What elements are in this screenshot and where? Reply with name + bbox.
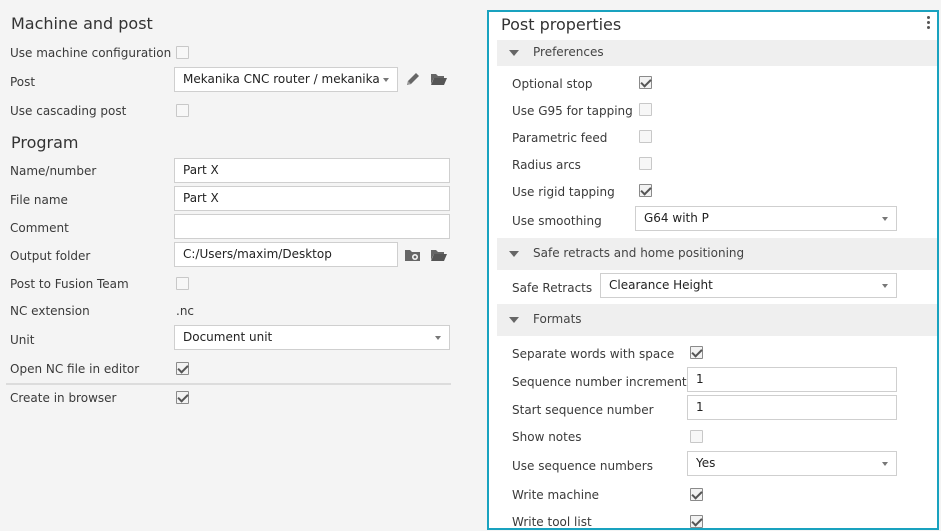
post-select[interactable]: Mekanika CNC router / mekanika [174,67,398,92]
triangle-down-icon [509,317,519,323]
radius-arcs-label: Radius arcs [512,158,581,172]
parametric-feed-label: Parametric feed [512,131,608,145]
start-seq-label: Start sequence number [512,403,654,417]
chevron-down-icon [383,78,389,82]
preferences-title: Preferences [533,45,604,59]
g95-label: Use G95 for tapping [512,104,633,118]
unit-select-value: Document unit [183,330,273,344]
post-properties-title: Post properties [501,15,622,34]
folder-open-icon[interactable] [430,70,448,88]
use-machine-config-checkbox[interactable] [176,46,189,59]
name-input[interactable]: Part X [174,158,450,183]
machine-section-title: Machine and post [11,14,153,33]
comment-input[interactable] [174,214,450,239]
name-label: Name/number [10,164,97,178]
chevron-down-icon [882,462,888,466]
seq-increment-input[interactable]: 1 [687,367,897,392]
use-cascading-label: Use cascading post [10,104,127,118]
separate-words-label: Separate words with space [512,347,675,361]
open-nc-checkbox[interactable] [176,362,189,375]
show-notes-checkbox[interactable] [690,430,703,443]
triangle-down-icon [509,251,519,257]
smoothing-select-value: G64 with P [644,211,709,225]
use-cascading-checkbox[interactable] [176,104,189,117]
file-name-input[interactable]: Part X [174,186,450,211]
chevron-down-icon [882,217,888,221]
folder-view-icon[interactable] [404,246,422,264]
file-name-label: File name [10,193,68,207]
safe-retracts-label: Safe Retracts [512,281,593,295]
post-select-value: Mekanika CNC router / mekanika [183,72,380,86]
kebab-menu-icon[interactable] [927,16,931,31]
chevron-down-icon [882,284,888,288]
post-label: Post [10,75,36,89]
use-machine-config-label: Use machine configuration [10,46,172,60]
rigid-tapping-label: Use rigid tapping [512,185,615,199]
pencil-icon[interactable] [404,70,422,88]
separate-words-checkbox[interactable] [690,346,703,359]
unit-label: Unit [10,333,35,347]
nc-extension-label: NC extension [10,304,90,318]
radius-arcs-checkbox[interactable] [639,157,652,170]
use-seq-numbers-select-value: Yes [696,456,716,470]
comment-label: Comment [10,221,69,235]
write-machine-checkbox[interactable] [690,488,703,501]
triangle-down-icon [509,50,519,56]
create-in-browser-checkbox[interactable] [176,391,189,404]
folder-open-icon[interactable] [430,246,448,264]
smoothing-select[interactable]: G64 with P [635,206,897,231]
seq-increment-label: Sequence number increment [512,375,687,389]
optional-stop-checkbox[interactable] [639,76,652,89]
write-tool-list-checkbox[interactable] [690,515,703,528]
create-in-browser-label: Create in browser [10,391,117,405]
start-seq-input[interactable]: 1 [687,395,897,420]
post-to-fusion-checkbox[interactable] [176,277,189,290]
use-seq-numbers-select[interactable]: Yes [687,451,897,476]
formats-title: Formats [533,312,582,326]
parametric-feed-checkbox[interactable] [639,130,652,143]
smoothing-label: Use smoothing [512,214,602,228]
divider [6,383,451,385]
optional-stop-label: Optional stop [512,77,593,91]
safe-retracts-select-value: Clearance Height [609,278,713,292]
open-nc-label: Open NC file in editor [10,362,140,376]
write-machine-label: Write machine [512,488,600,502]
use-seq-numbers-label: Use sequence numbers [512,459,653,473]
safe-retracts-title: Safe retracts and home positioning [533,246,745,260]
post-properties-panel: Post properties Preferences Optional sto… [487,10,939,530]
show-notes-label: Show notes [512,430,582,444]
rigid-tapping-checkbox[interactable] [639,184,652,197]
formats-section-header[interactable]: Formats [497,304,937,336]
write-tool-list-label: Write tool list [512,515,592,529]
output-folder-input[interactable]: C:/Users/maxim/Desktop [174,242,398,267]
g95-checkbox[interactable] [639,103,652,116]
safe-retracts-select[interactable]: Clearance Height [600,273,897,298]
unit-select[interactable]: Document unit [174,325,450,350]
program-section-title: Program [11,133,79,152]
safe-retracts-section-header[interactable]: Safe retracts and home positioning [497,238,937,270]
preferences-section-header[interactable]: Preferences [497,40,937,66]
nc-extension-value: .nc [176,304,195,318]
chevron-down-icon [435,336,441,340]
output-folder-label: Output folder [10,249,91,263]
post-to-fusion-label: Post to Fusion Team [10,277,129,291]
